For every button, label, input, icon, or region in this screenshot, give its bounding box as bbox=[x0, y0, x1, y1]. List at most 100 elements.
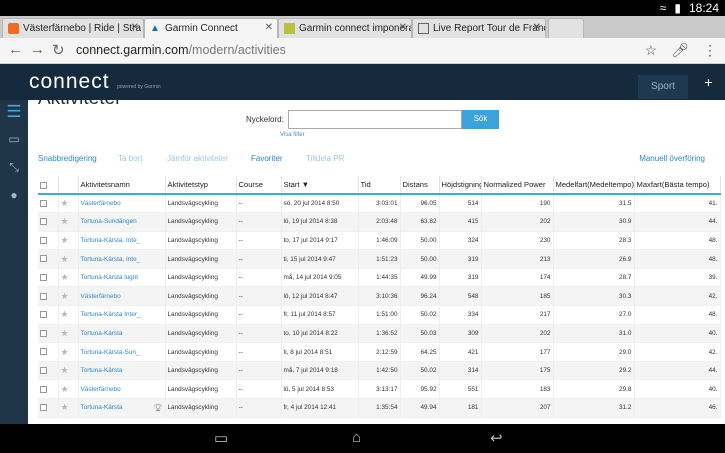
forward-icon[interactable]: → bbox=[30, 41, 45, 58]
row-checkbox[interactable] bbox=[38, 286, 59, 307]
reload-icon[interactable]: ↻ bbox=[52, 41, 65, 59]
new-tab-button[interactable] bbox=[548, 18, 584, 38]
cell-name[interactable]: Tortuna-Kärsta lugnt bbox=[78, 268, 166, 288]
cell-name[interactable]: Västerfärnebo bbox=[78, 194, 166, 214]
table-row[interactable]: ★ Västerfärnebo Landsvägscykling -- lö, 12 j… bbox=[38, 286, 721, 307]
cell-course: -- bbox=[236, 268, 282, 288]
favorite-star-icon[interactable]: ★ bbox=[58, 398, 79, 418]
cell-name[interactable]: Tortuna-Kärsta 🏆︎ bbox=[78, 398, 166, 418]
col-header-start[interactable]: Start ▼ bbox=[281, 176, 359, 195]
inbox-icon[interactable]: ▭ bbox=[4, 132, 24, 152]
favorite-star-icon[interactable]: ★ bbox=[58, 268, 79, 288]
browser-tab-strava[interactable]: Västerfärnebo | Ride | Stra ✕ bbox=[2, 18, 144, 38]
favorite-star-icon[interactable]: ★ bbox=[58, 194, 79, 214]
select-all-checkbox[interactable] bbox=[38, 176, 59, 195]
quick-edit-link[interactable]: Snabbredigering bbox=[38, 154, 97, 163]
add-button[interactable]: + bbox=[692, 74, 725, 90]
cell-course: -- bbox=[236, 361, 282, 381]
cell-name[interactable]: Tortuna-Kärsta bbox=[78, 361, 166, 381]
row-checkbox[interactable] bbox=[38, 194, 59, 214]
cell-type: Landsvägscykling bbox=[165, 361, 237, 381]
overflow-menu-icon[interactable]: ⋮ bbox=[703, 42, 717, 59]
row-checkbox[interactable] bbox=[38, 305, 59, 325]
table-row[interactable]: ★ Tortuna-Sundängen Landsvägscykling -- lö, … bbox=[38, 212, 721, 232]
cell-name[interactable]: Västerfärnebo bbox=[78, 286, 166, 307]
home-icon[interactable]: ⌂ bbox=[352, 429, 361, 446]
connect-logo[interactable]: connect bbox=[29, 70, 110, 94]
row-checkbox[interactable] bbox=[38, 361, 59, 381]
row-checkbox[interactable] bbox=[38, 324, 59, 344]
table-row[interactable]: ★ Tortuna-Kärsta-Sun_ Landsvägscykling -- ti… bbox=[38, 342, 721, 362]
col-header-distance[interactable]: Distans bbox=[400, 176, 440, 195]
recent-apps-icon[interactable]: ▭ bbox=[214, 429, 228, 447]
manual-transfer-link[interactable]: Manuell överföring bbox=[639, 154, 705, 163]
hamburger-menu-icon[interactable]: ☰ bbox=[4, 102, 24, 122]
col-header-course[interactable]: Course bbox=[236, 176, 282, 195]
table-row[interactable]: ★ Västerfärnebo Landsvägscykling -- lö, 5 ju… bbox=[38, 379, 721, 400]
sport-menu-button[interactable]: Sport bbox=[638, 75, 688, 99]
browser-tab-article[interactable]: Garmin connect imponerar ✕ bbox=[278, 18, 412, 38]
browser-tab-tdf[interactable]: Live Report Tour de France ✕ bbox=[412, 18, 546, 38]
favorite-star-icon[interactable]: ★ bbox=[58, 212, 79, 232]
col-header-normalized-power[interactable]: Normalized Power bbox=[481, 176, 554, 195]
favorite-star-icon[interactable]: ★ bbox=[58, 324, 79, 344]
favorites-link[interactable]: Favoriter bbox=[251, 154, 283, 163]
row-checkbox[interactable] bbox=[38, 249, 59, 269]
search-button[interactable]: Sök bbox=[462, 110, 499, 129]
cell-name[interactable]: Tortuna-Kärsta, Inte_ bbox=[78, 231, 166, 251]
back-nav-icon[interactable]: ↩ bbox=[490, 429, 503, 447]
cell-start: lö, 5 jul 2014 8:53 bbox=[281, 379, 359, 400]
cell-name[interactable]: Tortuna-Kärsta, Inte_ bbox=[78, 249, 166, 269]
row-checkbox[interactable] bbox=[38, 398, 59, 418]
table-row[interactable]: ★ Tortuna-Kärsta Landsvägscykling -- må, 7 j… bbox=[38, 361, 721, 381]
back-icon[interactable]: ← bbox=[8, 41, 23, 58]
favorite-star-icon[interactable]: ★ bbox=[58, 361, 79, 381]
remove-link[interactable]: Ta bort bbox=[118, 154, 142, 163]
col-header-avg-speed[interactable]: Medelfart(Medeltempo) bbox=[553, 176, 635, 195]
close-tab-icon[interactable]: ✕ bbox=[399, 22, 407, 33]
cell-name[interactable]: Tortuna-Sundängen bbox=[78, 212, 166, 232]
col-header-name[interactable]: Aktivitetsnamn bbox=[78, 176, 166, 195]
connections-icon[interactable]: ⤡ bbox=[4, 160, 24, 180]
favorite-star-icon[interactable]: ★ bbox=[58, 249, 79, 269]
keyword-input[interactable] bbox=[288, 110, 462, 129]
table-row[interactable]: ★ Västerfärnebo Landsvägscykling -- sö, 20 j… bbox=[38, 194, 721, 214]
table-row[interactable]: ★ Tortuna-Kärsta 🏆︎ Landsvägscykling -- fr, 4… bbox=[38, 398, 721, 418]
url-field[interactable]: connect.garmin.com/modern/activities bbox=[76, 43, 286, 57]
table-row[interactable]: ★ Tortuna-Kärsta lugnt Landsvägscykling -- m… bbox=[38, 268, 721, 288]
favorite-star-icon[interactable]: ★ bbox=[58, 286, 79, 307]
show-filter-link[interactable]: Visa filter bbox=[280, 132, 305, 138]
table-row[interactable]: ★ Tortuna-Kärsta Inter_ Landsvägscykling --… bbox=[38, 305, 721, 325]
cell-time: 2:03:48 bbox=[358, 212, 401, 232]
table-row[interactable]: ★ Tortuna-Kärsta, Inte_ Landsvägscykling --… bbox=[38, 249, 721, 269]
favorite-star-icon[interactable]: ★ bbox=[58, 231, 79, 251]
row-checkbox[interactable] bbox=[38, 342, 59, 362]
cell-elev: 319 bbox=[439, 249, 482, 269]
row-checkbox[interactable] bbox=[38, 379, 59, 400]
cell-name[interactable]: Tortuna-Kärsta bbox=[78, 324, 166, 344]
row-checkbox[interactable] bbox=[38, 268, 59, 288]
cell-name[interactable]: Tortuna-Kärsta-Sun_ bbox=[78, 342, 166, 362]
favorite-star-icon[interactable]: ★ bbox=[58, 379, 79, 400]
bookmark-star-icon[interactable]: ☆ bbox=[645, 42, 658, 59]
favorite-star-icon[interactable]: ★ bbox=[58, 305, 79, 325]
cell-name[interactable]: Tortuna-Kärsta Inter_ bbox=[78, 305, 166, 325]
browser-tab-garmin[interactable]: ▲ Garmin Connect ✕ bbox=[144, 18, 278, 38]
table-row[interactable]: ★ Tortuna-Kärsta Landsvägscykling -- to, 10 … bbox=[38, 324, 721, 344]
col-header-time[interactable]: Tid bbox=[358, 176, 401, 195]
microphone-icon[interactable]: 🎤︎ bbox=[671, 42, 689, 59]
col-header-elevation[interactable]: Höjdstigning bbox=[439, 176, 482, 195]
col-header-max-speed[interactable]: Maxfart(Bästa tempo) bbox=[634, 176, 721, 195]
favorite-star-icon[interactable]: ★ bbox=[58, 342, 79, 362]
user-icon[interactable]: ● bbox=[4, 188, 24, 208]
row-checkbox[interactable] bbox=[38, 212, 59, 232]
close-tab-icon[interactable]: ✕ bbox=[131, 22, 139, 33]
close-tab-icon[interactable]: ✕ bbox=[265, 22, 273, 33]
col-header-type[interactable]: Aktivitetstyp bbox=[165, 176, 237, 195]
cell-name[interactable]: Västerfärnebo bbox=[78, 379, 166, 400]
compare-link[interactable]: Jämför aktiviteter bbox=[167, 154, 228, 163]
assign-pr-link[interactable]: Tilldela PR bbox=[306, 154, 344, 163]
close-tab-icon[interactable]: ✕ bbox=[533, 22, 541, 33]
row-checkbox[interactable] bbox=[38, 231, 59, 251]
table-row[interactable]: ★ Tortuna-Kärsta, Inte_ Landsvägscykling --… bbox=[38, 231, 721, 251]
